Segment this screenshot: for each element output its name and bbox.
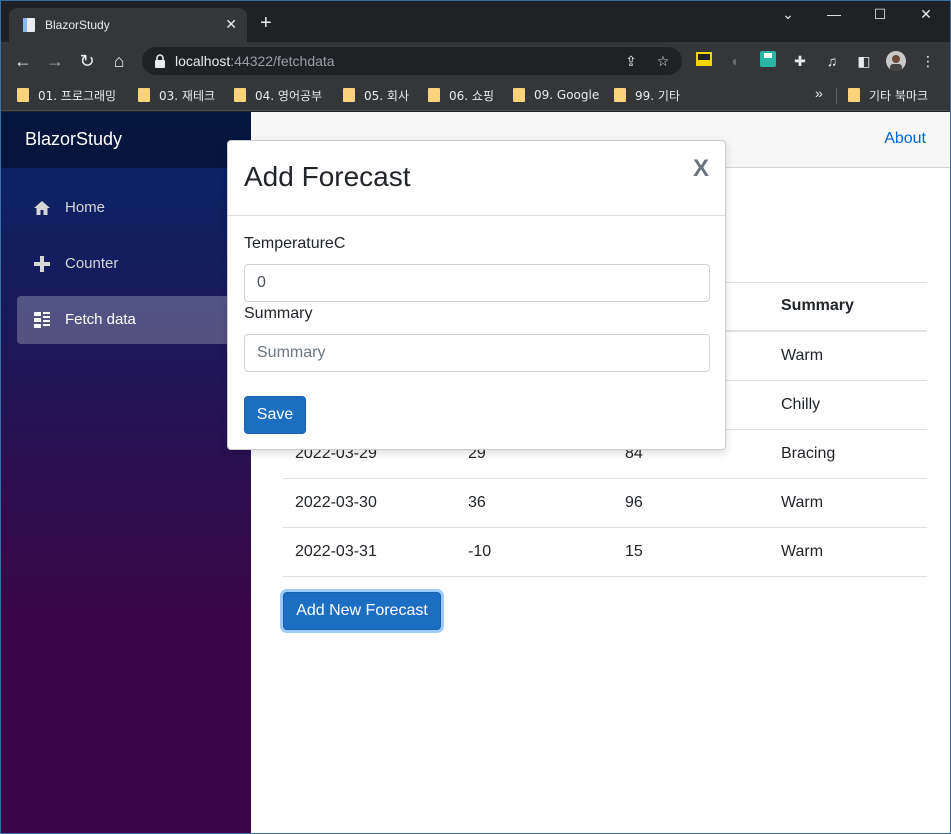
add-new-forecast-button[interactable]: Add New Forecast [283, 592, 441, 630]
folder-icon [614, 88, 626, 102]
profile-avatar[interactable] [886, 51, 906, 71]
url-text: localhost:44322/fetchdata [175, 53, 335, 69]
extension-save-icon[interactable] [758, 51, 778, 71]
reload-icon[interactable]: ↻ [76, 50, 98, 72]
bookmark-folder[interactable]: 04. 영어공부 [234, 85, 322, 105]
browser-titlebar: BlazorStudy ✕ + ⌄ — ☐ ✕ [0, 0, 951, 42]
summary-input[interactable] [244, 334, 710, 372]
bookmark-folder[interactable]: 99. 기타 [614, 85, 680, 105]
lock-icon [155, 54, 165, 68]
home-icon [34, 201, 50, 215]
folder-icon [848, 88, 860, 102]
browser-tab[interactable]: BlazorStudy ✕ [9, 8, 247, 42]
temperature-input[interactable] [244, 264, 710, 302]
nav-label: Fetch data [65, 311, 136, 328]
folder-icon [17, 88, 29, 102]
page-favicon-icon [23, 18, 35, 32]
tab-search-icon[interactable]: ⌄ [778, 6, 798, 23]
table-row: 2022-03-31 -10 15 Warm [283, 528, 927, 577]
bookmarks-divider [836, 88, 837, 104]
menu-kebab-icon[interactable]: ⋮ [918, 51, 938, 71]
extension-mouse-icon[interactable]: ◐ [726, 51, 746, 71]
extension-photo-icon[interactable] [694, 51, 714, 71]
app-brand[interactable]: BlazorStudy [25, 129, 122, 150]
cell-summary: Bracing [781, 445, 836, 462]
bookmark-folder[interactable]: 01. 프로그래밍 [17, 85, 116, 105]
nav-counter[interactable]: Counter [17, 240, 251, 288]
cell-temp-c: -10 [468, 543, 492, 560]
other-bookmarks-folder[interactable]: 기타 북마크 [848, 85, 928, 105]
modal-title: Add Forecast [244, 161, 411, 192]
list-icon [34, 312, 50, 328]
nav-label: Home [65, 199, 106, 216]
cell-temp-f: 15 [625, 543, 643, 560]
window-close-button[interactable]: ✕ [916, 6, 936, 23]
page-viewport: BlazorStudy Home Counter Fetch data Abou… [1, 112, 950, 833]
folder-icon [428, 88, 440, 102]
temperature-label: TemperatureC [244, 235, 346, 252]
cell-summary: Warm [781, 347, 824, 364]
maximize-button[interactable]: ☐ [870, 6, 890, 23]
folder-icon [138, 88, 150, 102]
table-row: 2022-03-30 36 96 Warm [283, 479, 927, 528]
bookmark-star-icon[interactable]: ☆ [654, 52, 672, 70]
cell-temp-c: 36 [468, 494, 486, 511]
cell-summary: Warm [781, 494, 824, 511]
home-button-icon[interactable]: ⌂ [108, 50, 130, 72]
folder-icon [343, 88, 355, 102]
bookmarks-overflow-icon[interactable]: » [815, 85, 823, 101]
plus-icon [34, 256, 50, 272]
back-icon[interactable]: ← [12, 50, 34, 72]
minimize-button[interactable]: — [824, 6, 844, 22]
new-tab-button[interactable]: + [260, 13, 272, 33]
nav-fetch-data[interactable]: Fetch data [17, 296, 251, 344]
nav-label: Counter [65, 255, 119, 272]
media-control-icon[interactable]: ♫ [822, 51, 842, 71]
sidebar: BlazorStudy Home Counter Fetch data [1, 112, 251, 833]
bookmark-folder[interactable]: 05. 회사 [343, 85, 409, 105]
cell-date: 2022-03-30 [295, 494, 377, 511]
modal-close-button[interactable]: X [693, 155, 709, 183]
cell-temp-f: 96 [625, 494, 643, 511]
forward-icon[interactable]: → [44, 50, 66, 72]
summary-label: Summary [244, 305, 313, 322]
save-button[interactable]: Save [244, 396, 306, 434]
address-bar[interactable]: localhost:44322/fetchdata ⇪ ☆ [142, 47, 682, 75]
nav-home[interactable]: Home [17, 184, 251, 232]
cell-summary: Warm [781, 543, 824, 560]
folder-icon [234, 88, 246, 102]
tab-close-icon[interactable]: ✕ [225, 16, 237, 33]
brand-bar: BlazorStudy [1, 112, 251, 168]
tab-title: BlazorStudy [45, 18, 110, 32]
add-forecast-modal: Add Forecast X TemperatureC Summary Save [227, 140, 726, 450]
modal-header-divider [228, 215, 725, 216]
side-panel-icon[interactable]: ◧ [854, 51, 874, 71]
about-link[interactable]: About [884, 130, 926, 148]
bookmark-folder[interactable]: 09. Google [513, 85, 599, 105]
bookmark-folder[interactable]: 03. 재테크 [138, 85, 215, 105]
share-icon[interactable]: ⇪ [622, 52, 640, 70]
bookmark-folder[interactable]: 06. 쇼핑 [428, 85, 494, 105]
column-header-summary: Summary [781, 297, 854, 314]
browser-toolbar: ← → ↻ ⌂ localhost:44322/fetchdata ⇪ ☆ ◐ … [0, 42, 951, 80]
extensions-puzzle-icon[interactable]: ✚ [790, 51, 810, 71]
folder-icon [513, 88, 525, 102]
cell-date: 2022-03-31 [295, 543, 377, 560]
bookmarks-bar: 01. 프로그래밍 03. 재테크 04. 영어공부 05. 회사 06. 쇼핑… [0, 80, 951, 111]
cell-summary: Chilly [781, 396, 821, 413]
